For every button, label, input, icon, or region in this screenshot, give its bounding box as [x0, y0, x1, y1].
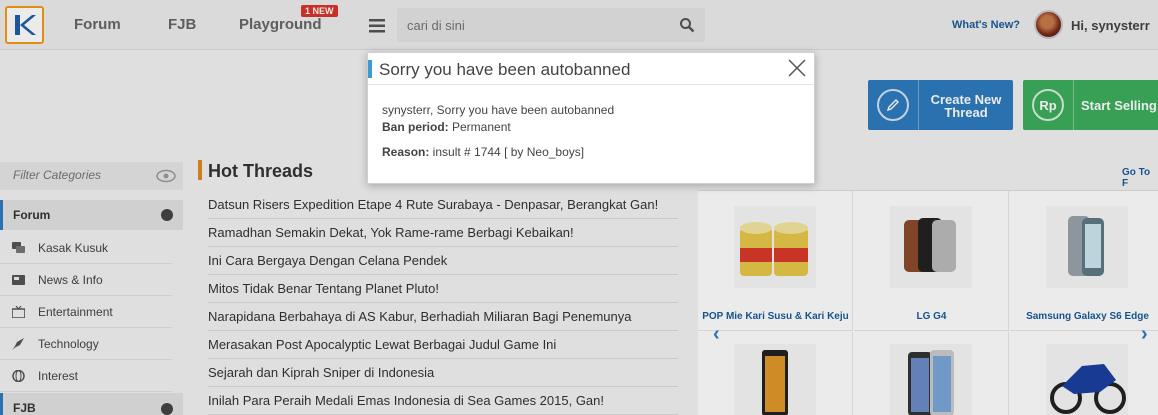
- search-box: [397, 8, 705, 42]
- nav-playground[interactable]: Playground: [239, 16, 322, 33]
- filter-categories-input[interactable]: [13, 168, 153, 182]
- start-selling-label: Start Selling: [1081, 98, 1157, 113]
- product-grid: POP Mie Kari Susu & Kari Keju LG G4 Sams…: [698, 190, 1158, 415]
- hamburger-menu-icon[interactable]: [360, 12, 394, 40]
- product-card[interactable]: [698, 332, 853, 415]
- chevron-down-icon: [161, 403, 173, 415]
- nav-fjb[interactable]: FJB: [168, 16, 196, 33]
- product-label[interactable]: LG G4: [854, 311, 1009, 322]
- ban-reason-row: Reason: insult # 1744 [ by Neo_boys]: [382, 144, 614, 161]
- sidebar-item-news-info[interactable]: News & Info: [0, 264, 172, 296]
- product-label[interactable]: POP Mie Kari Susu & Kari Keju: [698, 311, 853, 322]
- thread-link[interactable]: Inilah Para Peraih Medali Emas Indonesia…: [208, 387, 678, 415]
- thread-link[interactable]: Mitos Tidak Benar Tentang Planet Pluto!: [208, 275, 678, 303]
- ban-period-label: Ban period:: [382, 120, 449, 134]
- user-greeting[interactable]: Hi, synysterr: [1071, 18, 1150, 33]
- ban-reason-label: Reason:: [382, 145, 430, 159]
- go-to-fjb-link[interactable]: Go To F: [1122, 167, 1158, 189]
- sidebar-item-label: News & Info: [38, 273, 103, 287]
- ban-message: synysterr, Sorry you have been autobanne…: [382, 103, 615, 117]
- product-image: [734, 206, 816, 288]
- top-header: Forum FJB Playground 1 NEW What's New? H…: [0, 0, 1158, 50]
- modal-header: Sorry you have been autobanned: [368, 53, 814, 85]
- product-label[interactable]: Samsung Galaxy S6 Edge: [1010, 311, 1158, 322]
- k-logo-icon: [14, 15, 36, 35]
- modal-body: synysterr, Sorry you have been autobanne…: [382, 102, 614, 161]
- nav-forum[interactable]: Forum: [74, 16, 121, 33]
- search-input[interactable]: [407, 16, 667, 34]
- carousel-next-arrow-icon[interactable]: ›: [1141, 323, 1148, 346]
- thread-link[interactable]: Sejarah dan Kiprah Sniper di Indonesia: [208, 359, 678, 387]
- product-card[interactable]: [1010, 332, 1158, 415]
- filter-categories: [0, 162, 183, 190]
- new-badge: 1 NEW: [301, 5, 338, 17]
- rocket-icon: [12, 338, 24, 350]
- whats-new-link[interactable]: What's New?: [952, 19, 1020, 31]
- sidebar-item-technology[interactable]: Technology: [0, 328, 172, 360]
- create-line-2: Thread: [944, 105, 988, 120]
- button-divider: [918, 80, 919, 130]
- avatar[interactable]: [1034, 10, 1063, 39]
- sidebar-item-interest[interactable]: Interest: [0, 360, 172, 392]
- modal-title-accent: [368, 60, 372, 78]
- chevron-down-icon: [161, 209, 173, 221]
- sidebar-item-entertainment[interactable]: Entertainment: [0, 296, 172, 328]
- start-selling-button[interactable]: Rp Start Selling: [1023, 80, 1158, 130]
- sidebar-item-label: Entertainment: [38, 305, 113, 319]
- product-card-lg-g4[interactable]: LG G4: [854, 191, 1009, 331]
- product-image: [890, 344, 972, 415]
- hot-threads-title: Hot Threads: [208, 161, 314, 181]
- sidebar-item-kasak-kusuk[interactable]: Kasak Kusuk: [0, 232, 172, 264]
- carousel-prev-arrow-icon[interactable]: ‹: [713, 323, 720, 346]
- ban-period-row: Ban period: Permanent: [382, 119, 614, 136]
- sidebar-forum-heading[interactable]: Forum: [0, 200, 183, 230]
- product-image: [1046, 206, 1128, 288]
- ban-period-value: Permanent: [448, 120, 511, 134]
- sidebar-item-label: Technology: [38, 337, 99, 351]
- product-card[interactable]: [854, 332, 1009, 415]
- thread-link[interactable]: Datsun Risers Expedition Etape 4 Rute Su…: [208, 191, 678, 219]
- product-image: [734, 344, 816, 415]
- sidebar-item-label: Kasak Kusuk: [38, 241, 109, 255]
- chat-bubble-icon: [12, 242, 25, 253]
- search-icon[interactable]: [679, 17, 695, 33]
- modal-title: Sorry you have been autobanned: [379, 60, 631, 79]
- button-divider: [1073, 80, 1074, 130]
- autoban-modal: Sorry you have been autobanned synysterr…: [367, 52, 815, 184]
- product-image: [1046, 344, 1128, 415]
- globe-icon: [12, 370, 25, 382]
- ban-reason-value: insult # 1744 [ by Neo_boys]: [429, 145, 585, 159]
- thread-link[interactable]: Merasakan Post Apocalyptic Lewat Berbaga…: [208, 331, 678, 359]
- create-thread-label: Create New Thread: [926, 93, 1006, 119]
- kaskus-logo[interactable]: [5, 6, 44, 44]
- thread-link[interactable]: Ini Cara Bergaya Dengan Celana Pendek: [208, 247, 678, 275]
- sidebar-fjb-heading[interactable]: FJB: [0, 393, 183, 415]
- rupiah-icon: Rp: [1032, 89, 1064, 121]
- sidebar-item-label: Interest: [38, 369, 79, 383]
- fjb-heading-label: FJB: [13, 401, 36, 415]
- thread-link[interactable]: Narapidana Berbahaya di AS Kabur, Berhad…: [208, 303, 678, 331]
- eye-icon[interactable]: [156, 169, 176, 183]
- tv-icon: [12, 306, 25, 318]
- product-card-galaxy-s6-edge[interactable]: Samsung Galaxy S6 Edge: [1010, 191, 1158, 331]
- product-image: [890, 206, 972, 288]
- product-card-pop-mie[interactable]: POP Mie Kari Susu & Kari Keju: [698, 191, 853, 331]
- forum-heading-label: Forum: [13, 208, 51, 222]
- pencil-icon: [877, 89, 909, 121]
- hot-threads-accent: [198, 160, 202, 180]
- create-new-thread-button[interactable]: Create New Thread: [868, 80, 1013, 130]
- newspaper-icon: [12, 275, 25, 285]
- thread-link[interactable]: Ramadhan Semakin Dekat, Yok Rame-rame Be…: [208, 219, 678, 247]
- close-icon[interactable]: [786, 57, 808, 79]
